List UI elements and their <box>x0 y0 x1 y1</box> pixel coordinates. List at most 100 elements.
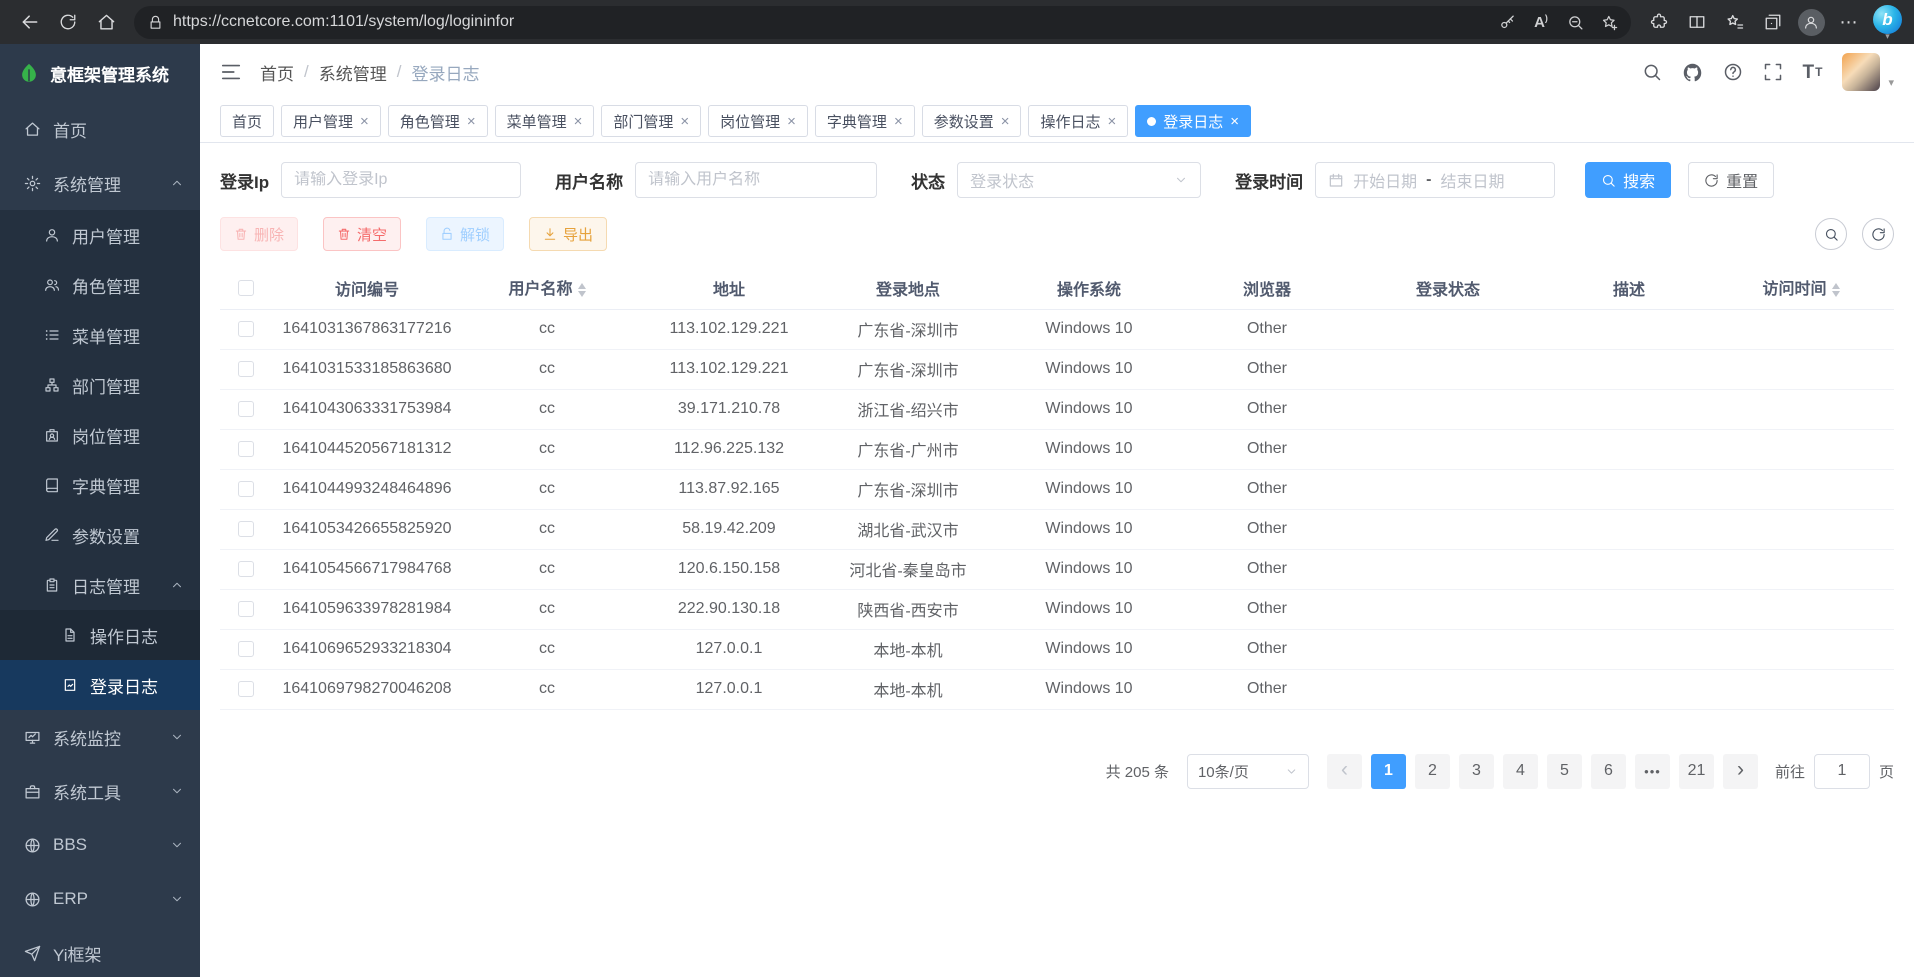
read-aloud-button[interactable]: A) <box>1525 7 1557 37</box>
table-row[interactable]: 1641044993248464896 cc 113.87.92.165 广东省… <box>220 469 1894 509</box>
toggle-search-button[interactable] <box>1815 218 1847 250</box>
sidebar-group-monitor[interactable]: 系统监控 <box>0 710 200 764</box>
delete-button[interactable]: 删除 <box>220 217 298 251</box>
tab-operation-log[interactable]: 操作日志× <box>1028 105 1128 137</box>
reset-button[interactable]: 重置 <box>1688 162 1774 198</box>
fullscreen-button[interactable] <box>1763 53 1783 91</box>
sort-carets-icon[interactable] <box>1832 279 1840 301</box>
avatar-caret-icon[interactable]: ▾ <box>1888 76 1894 89</box>
favorites-button[interactable] <box>1717 5 1753 39</box>
col-access-time[interactable]: 访问时间 <box>1708 267 1894 309</box>
tab-close-icon[interactable]: × <box>680 114 689 129</box>
sidebar-item-param-settings[interactable]: 参数设置 <box>0 510 200 560</box>
tab-close-icon[interactable]: × <box>894 114 903 129</box>
font-size-button[interactable]: TT <box>1803 53 1823 91</box>
browser-home-button[interactable] <box>88 5 124 39</box>
sidebar-item-post-mgmt[interactable]: 岗位管理 <box>0 410 200 460</box>
tab-menu-mgmt[interactable]: 菜单管理× <box>495 105 595 137</box>
page-button-4[interactable]: 4 <box>1503 754 1538 789</box>
page-button-1[interactable]: 1 <box>1371 754 1406 789</box>
sidebar-group-bbs[interactable]: BBS <box>0 818 200 872</box>
table-row[interactable]: 1641031533185863680 cc 113.102.129.221 广… <box>220 349 1894 389</box>
row-checkbox[interactable] <box>238 641 254 657</box>
page-button-last[interactable]: 21 <box>1679 754 1714 789</box>
github-button[interactable] <box>1682 53 1703 91</box>
extensions-button[interactable] <box>1641 5 1677 39</box>
page-button-5[interactable]: 5 <box>1547 754 1582 789</box>
browser-profile-button[interactable] <box>1793 5 1829 39</box>
breadcrumb-item-system[interactable]: 系统管理 <box>319 60 387 85</box>
search-button[interactable]: 搜索 <box>1585 162 1671 198</box>
refresh-table-button[interactable] <box>1862 218 1894 250</box>
password-key-button[interactable] <box>1491 7 1523 37</box>
export-button[interactable]: 导出 <box>529 217 607 251</box>
select-all-checkbox[interactable] <box>238 280 254 296</box>
row-checkbox[interactable] <box>238 561 254 577</box>
address-bar[interactable]: https://ccnetcore.com:1101/system/log/lo… <box>134 6 1631 39</box>
row-checkbox[interactable] <box>238 321 254 337</box>
collapse-sidebar-button[interactable] <box>220 61 242 83</box>
tab-post-mgmt[interactable]: 岗位管理× <box>708 105 808 137</box>
tab-close-icon[interactable]: × <box>360 114 369 129</box>
sidebar-item-yi-framework[interactable]: Yi框架 <box>0 926 200 977</box>
row-checkbox[interactable] <box>238 521 254 537</box>
tab-home[interactable]: 首页 <box>220 105 274 137</box>
table-row[interactable]: 1641069798270046208 cc 127.0.0.1 本地-本机 W… <box>220 669 1894 709</box>
sidebar-group-log-mgmt[interactable]: 日志管理 <box>0 560 200 610</box>
status-select[interactable]: 登录状态 <box>957 162 1201 198</box>
page-button-3[interactable]: 3 <box>1459 754 1494 789</box>
tab-close-icon[interactable]: × <box>1001 114 1010 129</box>
unlock-button[interactable]: 解锁 <box>426 217 504 251</box>
col-username[interactable]: 用户名称 <box>462 267 632 309</box>
zoom-out-button[interactable] <box>1559 7 1591 37</box>
date-range-picker[interactable]: 开始日期 - 结束日期 <box>1315 162 1555 198</box>
tab-close-icon[interactable]: × <box>1230 114 1239 129</box>
sidebar-item-operation-log[interactable]: 操作日志 <box>0 610 200 660</box>
row-checkbox[interactable] <box>238 601 254 617</box>
tab-dept-mgmt[interactable]: 部门管理× <box>601 105 701 137</box>
header-search-button[interactable] <box>1642 53 1662 91</box>
tab-login-log[interactable]: 登录日志× <box>1135 105 1251 137</box>
row-checkbox[interactable] <box>238 681 254 697</box>
page-size-select[interactable]: 10条/页 <box>1187 754 1309 789</box>
table-row[interactable]: 1641043063331753984 cc 39.171.210.78 浙江省… <box>220 389 1894 429</box>
row-checkbox[interactable] <box>238 481 254 497</box>
sidebar-item-role-mgmt[interactable]: 角色管理 <box>0 260 200 310</box>
collections-button[interactable] <box>1755 5 1791 39</box>
sidebar-item-dict-mgmt[interactable]: 字典管理 <box>0 460 200 510</box>
sidebar-group-system-mgmt[interactable]: 系统管理 <box>0 156 200 210</box>
tab-close-icon[interactable]: × <box>1108 114 1117 129</box>
prev-page-button[interactable]: ‹ <box>1327 754 1362 789</box>
table-row[interactable]: 1641059633978281984 cc 222.90.130.18 陕西省… <box>220 589 1894 629</box>
row-checkbox[interactable] <box>238 401 254 417</box>
more-pages-button[interactable]: ••• <box>1635 754 1670 789</box>
page-button-2[interactable]: 2 <box>1415 754 1450 789</box>
user-avatar[interactable] <box>1842 53 1880 91</box>
row-checkbox[interactable] <box>238 361 254 377</box>
url-text[interactable]: https://ccnetcore.com:1101/system/log/lo… <box>173 13 1491 31</box>
tab-param-settings[interactable]: 参数设置× <box>922 105 1022 137</box>
sidebar-item-login-log[interactable]: 登录日志 <box>0 660 200 710</box>
row-checkbox[interactable] <box>238 441 254 457</box>
breadcrumb-item-home[interactable]: 首页 <box>260 60 294 85</box>
split-screen-button[interactable] <box>1679 5 1715 39</box>
login-ip-input[interactable] <box>294 171 508 189</box>
sidebar-item-home[interactable]: 首页 <box>0 102 200 156</box>
bing-chat-button[interactable]: b ▾ <box>1873 5 1902 39</box>
tab-close-icon[interactable]: × <box>467 114 476 129</box>
sidebar-group-tools[interactable]: 系统工具 <box>0 764 200 818</box>
tab-close-icon[interactable]: × <box>574 114 583 129</box>
add-favorite-button[interactable] <box>1593 7 1625 37</box>
tab-role-mgmt[interactable]: 角色管理× <box>388 105 488 137</box>
table-row[interactable]: 1641053426655825920 cc 58.19.42.209 湖北省-… <box>220 509 1894 549</box>
table-row[interactable]: 1641044520567181312 cc 112.96.225.132 广东… <box>220 429 1894 469</box>
sidebar-group-erp[interactable]: ERP <box>0 872 200 926</box>
tab-close-icon[interactable]: × <box>787 114 796 129</box>
browser-settings-menu-button[interactable]: ⋯ <box>1831 5 1867 39</box>
browser-refresh-button[interactable] <box>50 5 86 39</box>
page-button-6[interactable]: 6 <box>1591 754 1626 789</box>
browser-back-button[interactable] <box>12 5 48 39</box>
sidebar-item-menu-mgmt[interactable]: 菜单管理 <box>0 310 200 360</box>
goto-page-input[interactable] <box>1814 754 1870 789</box>
next-page-button[interactable]: › <box>1723 754 1758 789</box>
